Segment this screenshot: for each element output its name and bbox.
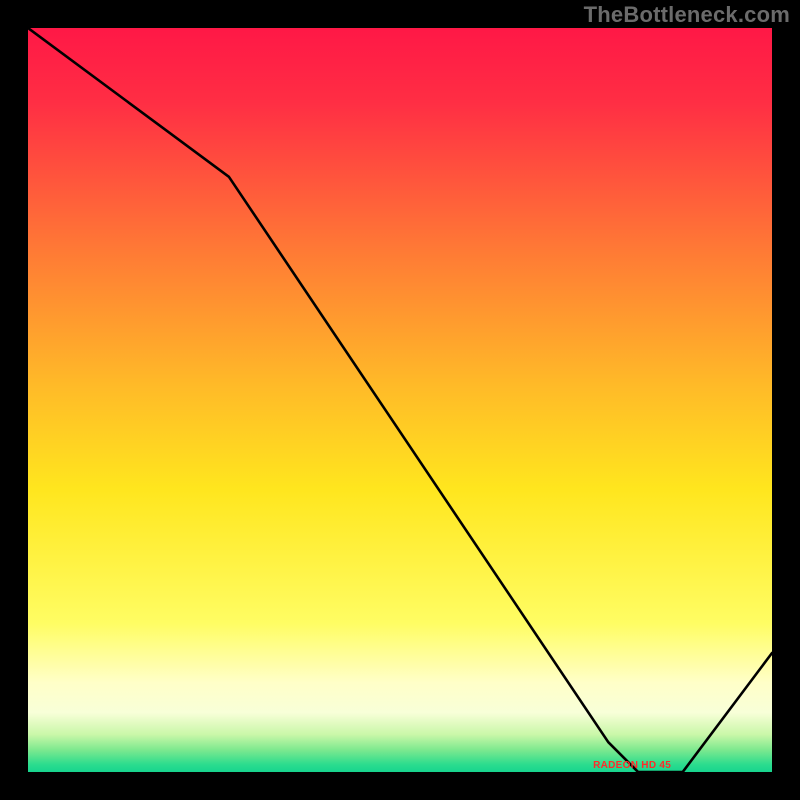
chart-svg xyxy=(28,28,772,772)
annotation-label: RADEON HD 45 xyxy=(593,760,671,771)
chart-container: TheBottleneck.com xyxy=(0,0,800,800)
chart-background xyxy=(28,28,772,772)
watermark-text: TheBottleneck.com xyxy=(584,2,790,28)
plot-area xyxy=(28,28,772,772)
